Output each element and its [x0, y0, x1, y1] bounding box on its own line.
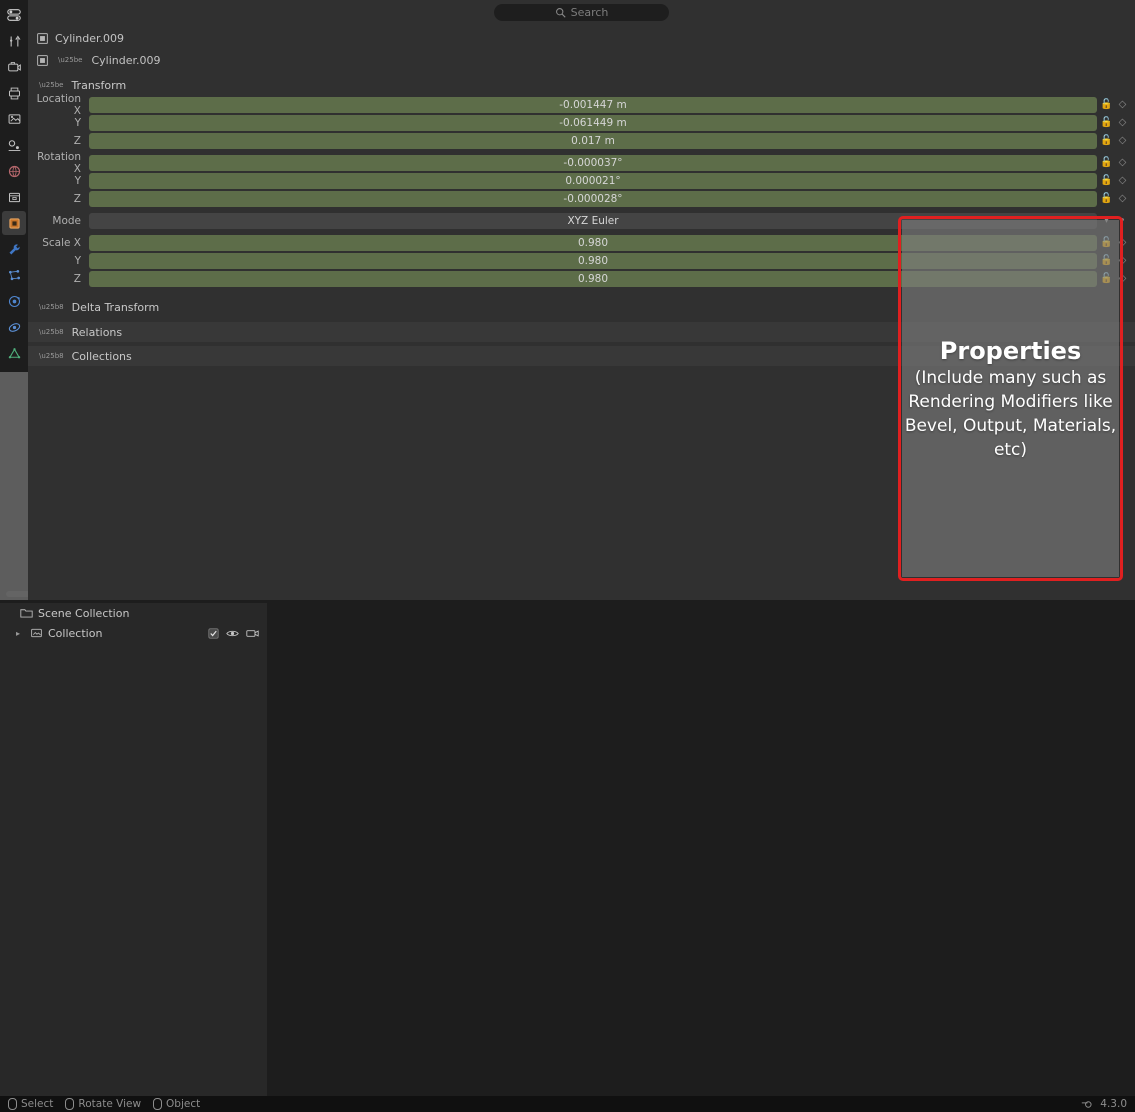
properties-tab-tool[interactable] [2, 29, 26, 53]
properties-tab-constraints[interactable] [2, 315, 26, 339]
property-value[interactable]: -0.000028° [89, 190, 1097, 207]
properties-editor[interactable]: Search Cylinder.009 \u25be Cylinder.009 … [0, 0, 1135, 1096]
unlock-icon[interactable]: 🔓 [1100, 135, 1113, 146]
properties-breadcrumb[interactable]: Cylinder.009 [28, 27, 1135, 49]
properties-object-name[interactable]: Cylinder.009 [91, 54, 160, 67]
chevron-right-icon: \u25b8 [39, 352, 64, 360]
unlock-icon[interactable]: 🔓 [1100, 117, 1113, 128]
keyframe-diamond-icon[interactable]: ◇ [1116, 175, 1129, 186]
blender-version-label: 4.3.0 [1100, 1098, 1127, 1110]
panel-collections-label: Collections [71, 349, 132, 363]
status-bar: Select Rotate View Object 4.3.0 [0, 1096, 1135, 1112]
property-value[interactable]: -0.001447 m [89, 96, 1097, 113]
outliner-editor[interactable]: \u25be \u25be Search \u25be Scene Collec… [0, 579, 267, 724]
property-label: Scale X [42, 236, 81, 249]
property-value[interactable]: -0.061449 m [89, 114, 1097, 131]
checkbox-icon[interactable] [208, 627, 219, 639]
properties-tab-object[interactable] [2, 211, 26, 235]
properties-tab-scene[interactable] [2, 133, 26, 157]
property-label: Y [74, 116, 81, 129]
property-label: Rotation X [37, 150, 81, 175]
properties-tab-render[interactable] [2, 55, 26, 79]
mouse-left-click-icon [8, 1098, 17, 1110]
property-label: Y [74, 254, 81, 267]
property-label: Z [73, 134, 81, 147]
eye-visibility-icon[interactable] [226, 628, 239, 639]
mouse-right-click-icon [153, 1098, 163, 1110]
collection-icon [20, 607, 33, 619]
property-row[interactable]: Z 0.017 m 🔓 ◇ [34, 132, 1129, 149]
object-name-caret-icon[interactable]: \u25be [58, 56, 82, 64]
property-row[interactable]: Y -0.061449 m 🔓 ◇ [34, 114, 1129, 131]
properties-annotation-overlay: Properties (Include many such as Renderi… [902, 220, 1119, 577]
properties-tab-object-data[interactable] [2, 341, 26, 365]
breadcrumb-object-label: Cylinder.009 [55, 31, 125, 45]
properties-search-input[interactable]: Search [494, 4, 669, 21]
properties-tab-particles[interactable] [2, 263, 26, 287]
status-object: Object [153, 1098, 200, 1110]
keyframe-diamond-icon[interactable]: ◇ [1116, 135, 1129, 146]
camera-render-visibility-icon[interactable] [246, 628, 259, 639]
properties-tab-view-layer[interactable] [2, 107, 26, 131]
keyframe-diamond-icon[interactable]: ◇ [1116, 193, 1129, 204]
unlock-icon[interactable]: 🔓 [1100, 157, 1113, 168]
properties-editor-type-selector[interactable] [2, 3, 26, 27]
properties-tab-modifiers[interactable] [2, 237, 26, 261]
outliner-row-collection[interactable]: ▸ Collection [0, 623, 267, 643]
object-icon [36, 32, 49, 45]
properties-object-name-row[interactable]: \u25be Cylinder.009 [28, 49, 1135, 71]
keyframe-diamond-icon[interactable]: ◇ [1116, 117, 1129, 128]
unlock-icon[interactable]: 🔓 [1100, 99, 1113, 110]
property-label: Z [73, 192, 81, 205]
keyframe-diamond-icon[interactable]: ◇ [1116, 99, 1129, 110]
unlock-icon[interactable]: 🔓 [1100, 193, 1113, 204]
properties-tab-column[interactable] [0, 0, 28, 372]
status-select: Select [8, 1098, 53, 1110]
properties-tab-physics[interactable] [2, 289, 26, 313]
property-row[interactable]: Location X -0.001447 m 🔓 ◇ [34, 93, 1129, 117]
mouse-middle-click-icon [65, 1098, 75, 1110]
status-select-label: Select [21, 1098, 54, 1110]
properties-search-placeholder: Search [570, 6, 609, 19]
outliner-row-scene-collection[interactable]: Scene Collection [0, 603, 267, 623]
status-rotate-view: Rotate View [65, 1098, 141, 1110]
keyframe-diamond-icon[interactable]: ◇ [1116, 157, 1129, 168]
property-label: Z [73, 272, 81, 285]
collection-icon [30, 627, 43, 639]
property-label: Mode [52, 214, 81, 227]
chevron-right-icon[interactable]: ▸ [16, 629, 25, 638]
panel-relations-label: Relations [71, 325, 123, 339]
property-row[interactable]: Z -0.000028° 🔓 ◇ [34, 190, 1129, 207]
panel-header-transform[interactable]: \u25be Transform [28, 75, 1135, 95]
property-label: Y [74, 174, 81, 187]
object-icon [36, 54, 49, 67]
chevron-down-icon: \u25be [39, 81, 64, 89]
outliner-scene-collection-label: Scene Collection [38, 606, 130, 620]
status-object-label: Object [166, 1098, 201, 1110]
property-row[interactable]: Y 0.000021° 🔓 ◇ [34, 172, 1129, 189]
outliner-collection-label: Collection [48, 626, 103, 640]
properties-annotation-title: Properties [939, 336, 1082, 365]
unlock-icon[interactable]: 🔓 [1100, 175, 1113, 186]
panel-delta-transform-label: Delta Transform [71, 300, 160, 314]
property-value[interactable]: 0.000021° [89, 172, 1097, 189]
property-label: Location X [36, 92, 81, 117]
property-value[interactable]: 0.017 m [89, 132, 1097, 149]
property-value[interactable]: -0.000037° [89, 154, 1097, 171]
chevron-right-icon: \u25b8 [39, 303, 64, 311]
status-rotate-label: Rotate View [78, 1098, 142, 1110]
search-icon [555, 8, 566, 18]
properties-annotation-subtitle: (Include many such as Rendering Modifier… [904, 367, 1117, 460]
property-row[interactable]: Rotation X -0.000037° 🔓 ◇ [34, 151, 1129, 175]
properties-tab-collection[interactable] [2, 185, 26, 209]
panel-transform-label: Transform [71, 78, 127, 92]
properties-tab-output[interactable] [2, 81, 26, 105]
properties-tab-world[interactable] [2, 159, 26, 183]
blender-icon [1081, 1099, 1094, 1110]
chevron-right-icon: \u25b8 [39, 328, 64, 336]
status-bar-right: 4.3.0 [1081, 1098, 1127, 1110]
